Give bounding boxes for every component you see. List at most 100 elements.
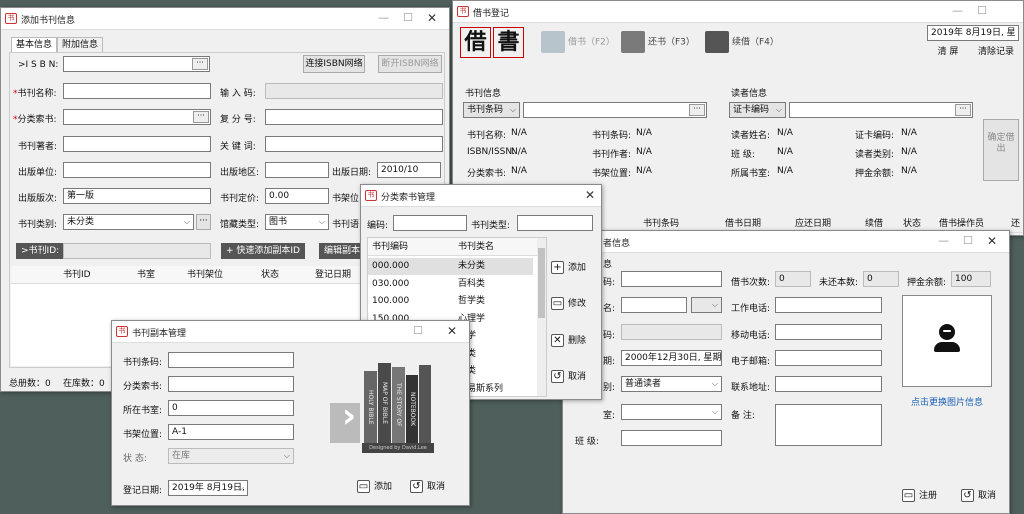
disconnect-isbn-button[interactable]: 断开ISBN网络 — [378, 55, 442, 73]
isbn-input[interactable]: ··· — [63, 56, 210, 72]
more-icon[interactable]: ··· — [193, 111, 209, 123]
class-label: 班 级: — [575, 437, 599, 447]
book-key-input[interactable]: ··· — [523, 102, 707, 118]
clear-records-button[interactable]: 清除记录 — [973, 43, 1019, 61]
publisher-input[interactable] — [63, 162, 211, 178]
class-list-row[interactable]: 100.000 哲学类 — [368, 293, 533, 310]
change-photo-link[interactable]: 点击更换图片信息 — [911, 395, 983, 408]
renew-tool-button[interactable]: 续借（F4） — [705, 31, 779, 53]
connect-isbn-button[interactable]: 连接ISBN网络 — [303, 55, 365, 73]
save-icon: ▭ — [357, 480, 370, 493]
work-phone-input[interactable] — [775, 297, 882, 313]
class-add-button[interactable]: + 添加 — [551, 260, 586, 274]
save-icon: ▭ — [902, 489, 915, 502]
type-more-button[interactable]: ··· — [196, 214, 211, 230]
reader-date-picker[interactable]: 2000年12月30日, 星期 — [621, 350, 722, 366]
chevron-down-icon: ⌵ — [509, 105, 516, 114]
copy-room-input[interactable]: 0 — [168, 400, 294, 416]
class-modify-button[interactable]: ▭ 修改 — [551, 296, 586, 310]
class-cancel-button[interactable]: ↺ 取消 — [551, 369, 586, 383]
class-title: 分类索书管理 — [381, 193, 436, 203]
status-total: 总册数：0 — [9, 379, 51, 389]
more-icon[interactable]: ··· — [955, 104, 971, 116]
copy-cancel-button[interactable]: ↺ 取消 — [410, 479, 445, 493]
maximize-icon[interactable]: ☐ — [403, 11, 413, 24]
address-input[interactable] — [775, 376, 882, 392]
delete-icon: ✕ — [551, 334, 564, 347]
deposit-field: 100 — [951, 271, 991, 287]
reader-key-select[interactable]: 证卡编码 ⌵ — [729, 102, 786, 118]
reissue-input[interactable] — [265, 109, 443, 125]
renew-book-icon — [705, 31, 729, 53]
return-tool-button[interactable]: 还书（F3） — [621, 31, 695, 53]
reader-window: 者信息 — ☐ ✕ 息 码: 借书次数: 0 未还本数: 0 押金余额: 100… — [562, 230, 1010, 514]
reader-code-input[interactable] — [621, 271, 722, 287]
copy-status-select[interactable]: 在库 ⌵ — [168, 448, 294, 464]
close-icon[interactable]: ✕ — [585, 188, 595, 202]
confirm-borrow-button[interactable]: 确定借出 — [983, 119, 1019, 181]
class-list-row[interactable]: 030.000 百科类 — [368, 276, 533, 293]
edit-copy-button[interactable]: 编辑副本 — [319, 243, 366, 259]
keyword-input[interactable] — [265, 136, 443, 152]
room-select[interactable]: ⌵ — [621, 404, 722, 420]
quick-add-copy-button[interactable]: + 快速添加副本ID — [221, 243, 305, 259]
class-list-row[interactable]: 000.000 未分类 — [368, 258, 533, 275]
chevron-down-icon: ⌵ — [237, 483, 244, 492]
close-icon[interactable]: ✕ — [427, 11, 437, 25]
book-key-select[interactable]: 书刊条码 ⌵ — [463, 102, 520, 118]
copy-class-input[interactable] — [168, 376, 294, 392]
barcode-input[interactable] — [168, 352, 294, 368]
scrollbar-thumb[interactable] — [538, 248, 545, 318]
book-field-value: N/A — [511, 166, 527, 176]
reader-field-label: 读者姓名: — [731, 131, 771, 141]
close-icon[interactable]: ✕ — [447, 324, 457, 338]
more-icon[interactable]: ··· — [192, 58, 208, 70]
app-icon: 书 — [365, 190, 377, 201]
maximize-icon[interactable]: ☐ — [413, 324, 423, 337]
logo-char-1: 借 — [460, 27, 491, 58]
edition-input[interactable]: 第一版 — [63, 188, 211, 204]
reader-key-input[interactable]: ··· — [789, 102, 973, 118]
clear-screen-button[interactable]: 清 屏 — [927, 43, 969, 61]
class-input[interactable]: ··· — [63, 109, 211, 125]
remark-input[interactable] — [775, 404, 882, 446]
type-select[interactable]: 未分类 ⌵ — [63, 214, 194, 230]
mobile-input[interactable] — [775, 324, 882, 340]
storage-select[interactable]: 图书 ⌵ — [265, 214, 329, 230]
price-input[interactable]: 0.00 — [265, 188, 329, 204]
pubdate-input[interactable]: 2010/10 — [377, 162, 441, 178]
date-picker[interactable]: 2019年 8月19日, 星 — [927, 25, 1019, 41]
author-input[interactable] — [63, 136, 211, 152]
gender-select[interactable]: ⌵ — [691, 297, 722, 313]
register-button[interactable]: ▭ 注册 — [902, 488, 937, 502]
close-icon[interactable]: ✕ — [987, 234, 997, 248]
maximize-icon[interactable]: ☐ — [963, 234, 973, 247]
class-code-input[interactable] — [393, 215, 467, 231]
region-input[interactable] — [265, 162, 329, 178]
email-input[interactable] — [775, 350, 882, 366]
minimize-icon[interactable]: — — [952, 4, 963, 17]
category-select[interactable]: 普通读者 ⌵ — [621, 376, 722, 392]
maximize-icon[interactable]: ☐ — [977, 4, 987, 17]
col-return: 还 — [1011, 219, 1021, 229]
copy-add-button[interactable]: ▭ 添加 — [357, 479, 392, 493]
class-delete-button[interactable]: ✕ 删除 — [551, 333, 586, 347]
class-list-scrollbar[interactable] — [537, 238, 546, 396]
more-icon[interactable]: ··· — [689, 104, 705, 116]
photo-box[interactable] — [902, 295, 992, 387]
chevron-down-icon: ⌵ — [183, 217, 190, 226]
class-type-input[interactable] — [517, 215, 593, 231]
regdate-picker[interactable]: 2019年 8月19日, ⌵ — [168, 480, 248, 496]
tab-extra-info[interactable]: 附加信息 — [57, 37, 104, 52]
minimize-icon[interactable]: — — [938, 234, 949, 247]
reader-name-input[interactable] — [621, 297, 687, 313]
chevron-down-icon: ⌵ — [283, 451, 290, 460]
class-input[interactable] — [621, 430, 722, 446]
region-label: 出版地区: — [220, 168, 260, 178]
borrow-tool-button[interactable]: 借书（F2） — [541, 31, 615, 53]
copy-shelf-input[interactable]: A-1 — [168, 424, 294, 440]
tab-basic-info[interactable]: 基本信息 — [11, 37, 58, 53]
reader-cancel-button[interactable]: ↺ 取消 — [961, 488, 996, 502]
title-input[interactable] — [63, 83, 211, 99]
minimize-icon[interactable]: — — [378, 11, 389, 24]
